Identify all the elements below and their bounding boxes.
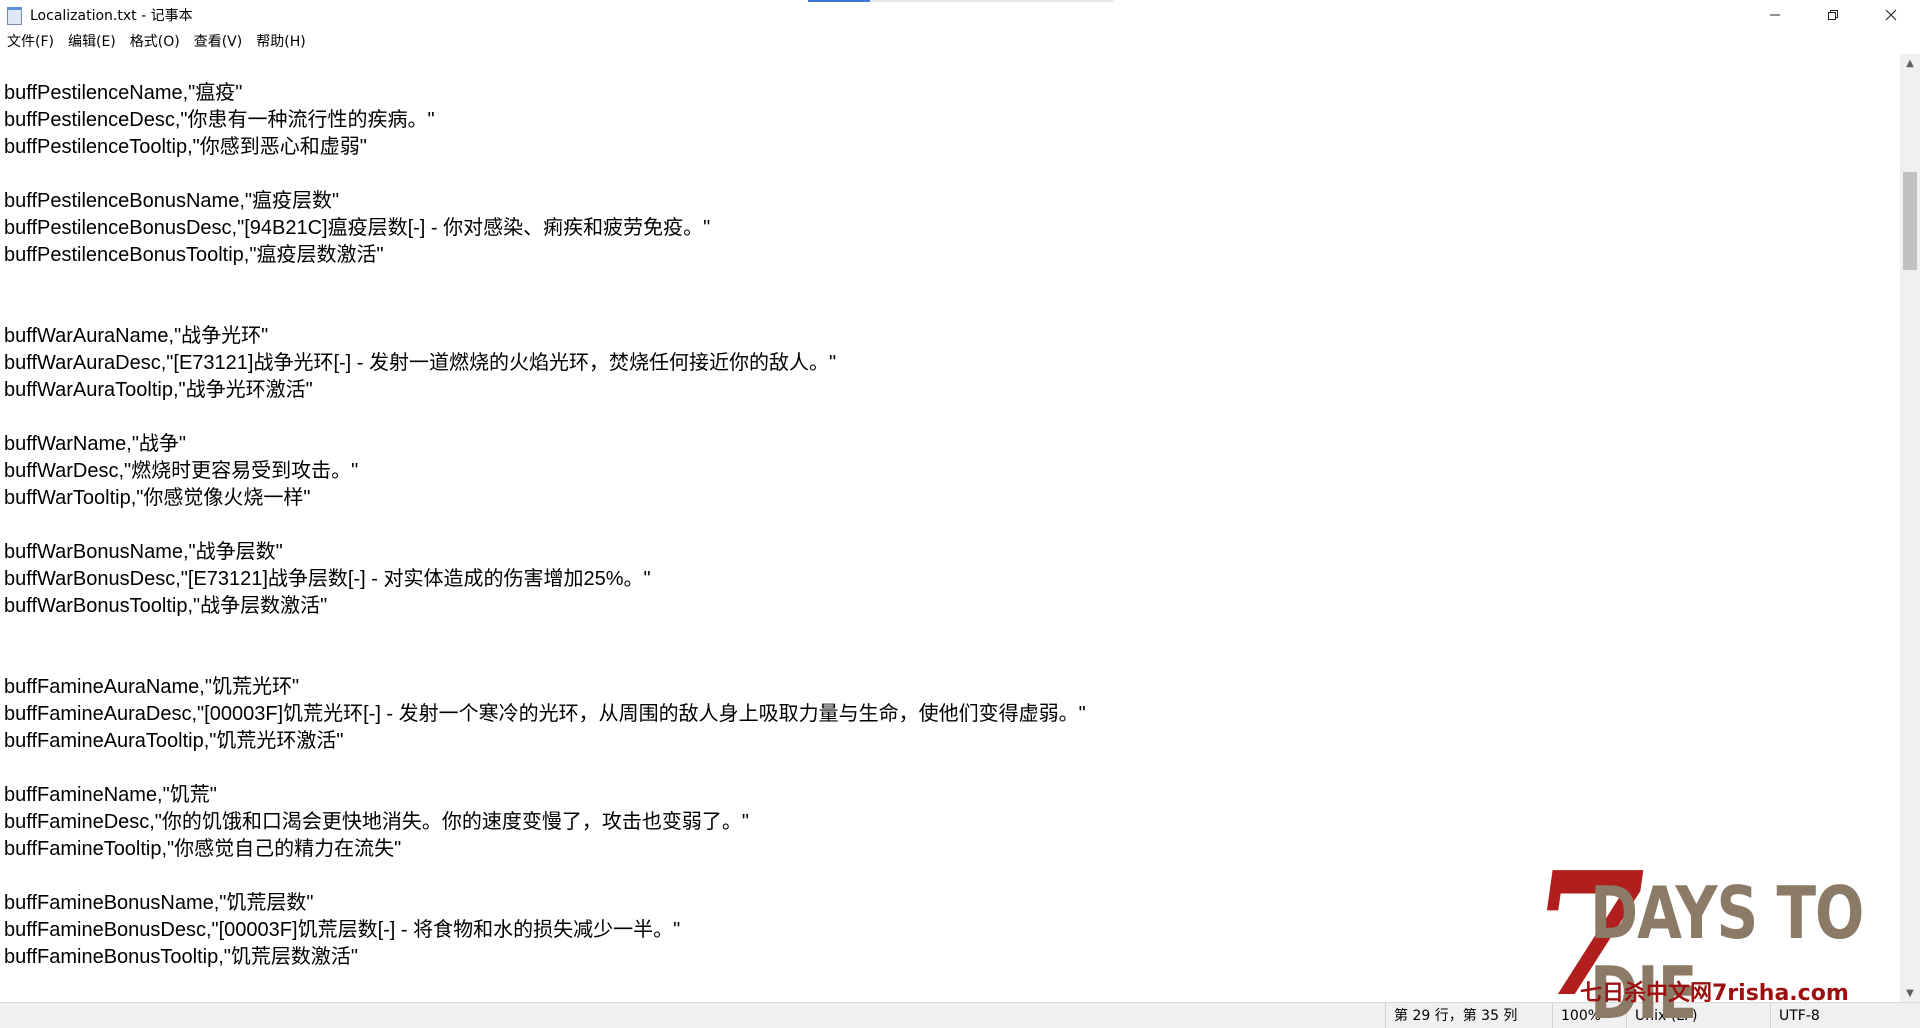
text-line[interactable] bbox=[4, 269, 1086, 296]
menu-edit[interactable]: 编辑(E) bbox=[61, 30, 123, 54]
close-button[interactable] bbox=[1862, 0, 1920, 30]
restore-icon bbox=[1828, 10, 1838, 20]
text-line[interactable] bbox=[4, 755, 1086, 782]
text-line[interactable]: buffFamineTooltip,"你感觉自己的精力在流失" bbox=[4, 836, 1086, 863]
window-controls bbox=[1746, 0, 1920, 30]
text-line[interactable]: buffFamineBonusTooltip,"饥荒层数激活" bbox=[4, 944, 1086, 971]
text-line[interactable]: buffWarAuraDesc,"[E73121]战争光环[-] - 发射一道燃… bbox=[4, 350, 1086, 377]
restore-button[interactable] bbox=[1804, 0, 1862, 30]
text-line[interactable]: buffWarBonusTooltip,"战争层数激活" bbox=[4, 593, 1086, 620]
text-line[interactable]: buffPestilenceBonusName,"瘟疫层数" bbox=[4, 188, 1086, 215]
text-line[interactable] bbox=[4, 512, 1086, 539]
menu-view[interactable]: 查看(V) bbox=[187, 30, 250, 54]
menu-file[interactable]: 文件(F) bbox=[0, 30, 61, 54]
window-title: Localization.txt - 记事本 bbox=[30, 8, 193, 24]
text-line[interactable]: buffWarBonusDesc,"[E73121]战争层数[-] - 对实体造… bbox=[4, 566, 1086, 593]
text-line[interactable]: buffWarDesc,"燃烧时更容易受到攻击。" bbox=[4, 458, 1086, 485]
text-line[interactable] bbox=[4, 404, 1086, 431]
menu-format[interactable]: 格式(O) bbox=[123, 30, 187, 54]
text-line[interactable]: buffWarBonusName,"战争层数" bbox=[4, 539, 1086, 566]
menu-help[interactable]: 帮助(H) bbox=[249, 30, 312, 54]
editor-text[interactable]: buffPestilenceName,"瘟疫" buffPestilenceDes… bbox=[4, 80, 1086, 971]
text-line[interactable] bbox=[4, 647, 1086, 674]
text-line[interactable]: buffPestilenceTooltip,"你感到恶心和虚弱" bbox=[4, 134, 1086, 161]
text-line[interactable]: buffFamineBonusDesc,"[00003F]饥荒层数[-] - 将… bbox=[4, 917, 1086, 944]
scrollbar-thumb[interactable] bbox=[1903, 172, 1917, 270]
title-bar[interactable]: Localization.txt - 记事本 bbox=[0, 0, 1920, 30]
text-line[interactable]: buffPestilenceName,"瘟疫" bbox=[4, 80, 1086, 107]
close-icon bbox=[1885, 9, 1897, 21]
text-line[interactable] bbox=[4, 620, 1086, 647]
minimize-button[interactable] bbox=[1746, 0, 1804, 30]
title-progress-strip bbox=[808, 0, 1113, 2]
logo-subtitle: 七日杀中文网7risha.com bbox=[1580, 981, 1849, 1006]
scroll-up-arrow-icon[interactable]: ▲ bbox=[1900, 54, 1920, 72]
text-line[interactable]: buffWarAuraTooltip,"战争光环激活" bbox=[4, 377, 1086, 404]
text-line[interactable]: buffFamineAuraName,"饥荒光环" bbox=[4, 674, 1086, 701]
text-line[interactable]: buffFamineAuraTooltip,"饥荒光环激活" bbox=[4, 728, 1086, 755]
text-line[interactable] bbox=[4, 296, 1086, 323]
text-line[interactable]: buffPestilenceBonusTooltip,"瘟疫层数激活" bbox=[4, 242, 1086, 269]
text-line[interactable]: buffWarTooltip,"你感觉像火烧一样" bbox=[4, 485, 1086, 512]
text-line[interactable]: buffFamineName,"饥荒" bbox=[4, 782, 1086, 809]
notepad-icon bbox=[6, 6, 22, 25]
text-line[interactable]: buffWarAuraName,"战争光环" bbox=[4, 323, 1086, 350]
text-line[interactable] bbox=[4, 863, 1086, 890]
text-line[interactable]: buffFamineBonusName,"饥荒层数" bbox=[4, 890, 1086, 917]
notepad-window: Localization.txt - 记事本 文件(F) 编辑(E) 格式(O)… bbox=[0, 0, 1920, 1028]
text-line[interactable]: buffWarName,"战争" bbox=[4, 431, 1086, 458]
game-logo-watermark: 7 DAYS TO DIE 七日杀中文网7risha.com bbox=[1516, 835, 1920, 1028]
text-line[interactable]: buffPestilenceDesc,"你患有一种流行性的疾病。" bbox=[4, 107, 1086, 134]
text-line[interactable]: buffPestilenceBonusDesc,"[94B21C]瘟疫层数[-]… bbox=[4, 215, 1086, 242]
menu-bar: 文件(F) 编辑(E) 格式(O) 查看(V) 帮助(H) bbox=[0, 30, 1920, 55]
text-line[interactable]: buffFamineAuraDesc,"[00003F]饥荒光环[-] - 发射… bbox=[4, 701, 1086, 728]
text-line[interactable]: buffFamineDesc,"你的饥饿和口渴会更快地消失。你的速度变慢了，攻击… bbox=[4, 809, 1086, 836]
minimize-icon bbox=[1770, 14, 1780, 16]
text-line[interactable] bbox=[4, 161, 1086, 188]
